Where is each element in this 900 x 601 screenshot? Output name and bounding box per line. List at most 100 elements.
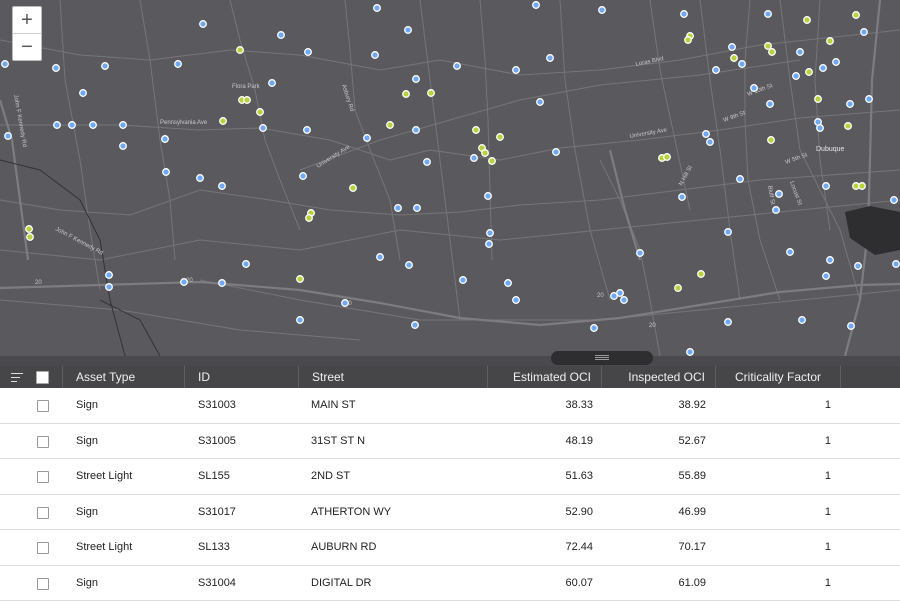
asset-marker-green[interactable] xyxy=(859,183,866,190)
table-row[interactable]: Sign S31017 ATHERTON WY 52.90 46.99 1 xyxy=(0,495,900,531)
asset-marker-green[interactable] xyxy=(220,118,227,125)
asset-marker-blue[interactable] xyxy=(297,317,304,324)
asset-marker-green[interactable] xyxy=(497,134,504,141)
asset-marker-blue[interactable] xyxy=(485,193,492,200)
table-row[interactable]: Street Light SL155 2ND ST 51.63 55.89 1 xyxy=(0,459,900,495)
asset-marker-blue[interactable] xyxy=(767,101,774,108)
asset-marker-blue[interactable] xyxy=(725,229,732,236)
asset-marker-blue[interactable] xyxy=(773,207,780,214)
asset-marker-green[interactable] xyxy=(845,123,852,130)
asset-marker-blue[interactable] xyxy=(54,122,61,129)
asset-marker-blue[interactable] xyxy=(776,191,783,198)
asset-marker-blue[interactable] xyxy=(637,250,644,257)
asset-marker-blue[interactable] xyxy=(102,63,109,70)
asset-marker-blue[interactable] xyxy=(405,27,412,34)
asset-marker-green[interactable] xyxy=(306,215,313,222)
column-header-asset-type[interactable]: Asset Type xyxy=(63,366,185,388)
asset-marker-blue[interactable] xyxy=(424,159,431,166)
asset-marker-blue[interactable] xyxy=(460,277,467,284)
asset-marker-blue[interactable] xyxy=(547,55,554,62)
asset-marker-green[interactable] xyxy=(853,12,860,19)
asset-marker-green[interactable] xyxy=(804,17,811,24)
asset-marker-green[interactable] xyxy=(482,150,489,157)
asset-marker-blue[interactable] xyxy=(513,67,520,74)
asset-marker-green[interactable] xyxy=(806,69,813,76)
asset-marker-blue[interactable] xyxy=(106,284,113,291)
asset-marker-blue[interactable] xyxy=(454,63,461,70)
asset-marker-blue[interactable] xyxy=(413,127,420,134)
asset-marker-blue[interactable] xyxy=(848,323,855,330)
asset-marker-blue[interactable] xyxy=(820,65,827,72)
asset-marker-green[interactable] xyxy=(473,127,480,134)
asset-marker-blue[interactable] xyxy=(713,67,720,74)
asset-marker-blue[interactable] xyxy=(2,61,9,68)
asset-marker-blue[interactable] xyxy=(737,176,744,183)
asset-marker-blue[interactable] xyxy=(377,254,384,261)
asset-marker-blue[interactable] xyxy=(797,49,804,56)
asset-marker-green[interactable] xyxy=(244,97,251,104)
asset-marker-green[interactable] xyxy=(698,271,705,278)
asset-marker-green[interactable] xyxy=(27,234,34,241)
asset-marker-blue[interactable] xyxy=(269,80,276,87)
asset-marker-blue[interactable] xyxy=(243,261,250,268)
asset-marker-blue[interactable] xyxy=(533,2,540,9)
asset-marker-green[interactable] xyxy=(403,91,410,98)
asset-marker-blue[interactable] xyxy=(487,230,494,237)
asset-marker-blue[interactable] xyxy=(372,52,379,59)
asset-marker-blue[interactable] xyxy=(413,76,420,83)
asset-marker-green[interactable] xyxy=(685,37,692,44)
zoom-in-button[interactable]: + xyxy=(13,7,41,33)
table-row[interactable]: Sign S31003 MAIN ST 38.33 38.92 1 xyxy=(0,388,900,424)
row-checkbox[interactable] xyxy=(37,400,49,412)
asset-marker-blue[interactable] xyxy=(599,7,606,14)
row-checkbox[interactable] xyxy=(37,507,49,519)
asset-marker-blue[interactable] xyxy=(617,290,624,297)
asset-marker-blue[interactable] xyxy=(739,61,746,68)
asset-marker-blue[interactable] xyxy=(793,73,800,80)
asset-marker-blue[interactable] xyxy=(278,32,285,39)
asset-marker-blue[interactable] xyxy=(304,127,311,134)
asset-marker-blue[interactable] xyxy=(305,49,312,56)
asset-marker-blue[interactable] xyxy=(815,119,822,126)
asset-marker-green[interactable] xyxy=(489,158,496,165)
asset-marker-green[interactable] xyxy=(428,90,435,97)
zoom-out-button[interactable]: − xyxy=(13,33,41,60)
asset-marker-blue[interactable] xyxy=(847,101,854,108)
asset-marker-blue[interactable] xyxy=(120,143,127,150)
asset-marker-blue[interactable] xyxy=(414,205,421,212)
asset-marker-blue[interactable] xyxy=(855,263,862,270)
asset-marker-blue[interactable] xyxy=(90,122,97,129)
column-header-criticality-factor[interactable]: Criticality Factor xyxy=(716,366,841,388)
row-checkbox[interactable] xyxy=(37,578,49,590)
asset-marker-blue[interactable] xyxy=(707,139,714,146)
resize-handle[interactable] xyxy=(551,351,653,365)
table-row[interactable]: Street Light SL133 AUBURN RD 72.44 70.17… xyxy=(0,530,900,566)
column-header-street[interactable]: Street xyxy=(299,366,488,388)
asset-marker-blue[interactable] xyxy=(175,61,182,68)
asset-marker-green[interactable] xyxy=(297,276,304,283)
asset-marker-blue[interactable] xyxy=(827,257,834,264)
asset-marker-blue[interactable] xyxy=(486,241,493,248)
asset-marker-blue[interactable] xyxy=(591,325,598,332)
asset-marker-blue[interactable] xyxy=(537,99,544,106)
asset-marker-green[interactable] xyxy=(237,47,244,54)
asset-marker-green[interactable] xyxy=(387,122,394,129)
map-canvas[interactable]: John F Kennedy RdJohn F Kennedy RdPennsy… xyxy=(0,0,900,356)
asset-marker-blue[interactable] xyxy=(406,262,413,269)
table-row[interactable]: Sign S31005 31ST ST N 48.19 52.67 1 xyxy=(0,424,900,460)
asset-marker-green[interactable] xyxy=(765,43,772,50)
asset-marker-blue[interactable] xyxy=(621,297,628,304)
asset-marker-blue[interactable] xyxy=(120,122,127,129)
asset-marker-blue[interactable] xyxy=(162,136,169,143)
asset-marker-green[interactable] xyxy=(827,38,834,45)
column-header-estimated-oci[interactable]: Estimated OCI xyxy=(488,366,602,388)
asset-marker-blue[interactable] xyxy=(5,133,12,140)
asset-marker-blue[interactable] xyxy=(181,279,188,286)
row-checkbox[interactable] xyxy=(37,436,49,448)
asset-marker-blue[interactable] xyxy=(471,155,478,162)
asset-marker-blue[interactable] xyxy=(681,11,688,18)
asset-marker-blue[interactable] xyxy=(106,272,113,279)
asset-marker-green[interactable] xyxy=(768,137,775,144)
map-view[interactable]: John F Kennedy RdJohn F Kennedy RdPennsy… xyxy=(0,0,900,356)
column-header-inspected-oci[interactable]: Inspected OCI xyxy=(602,366,716,388)
